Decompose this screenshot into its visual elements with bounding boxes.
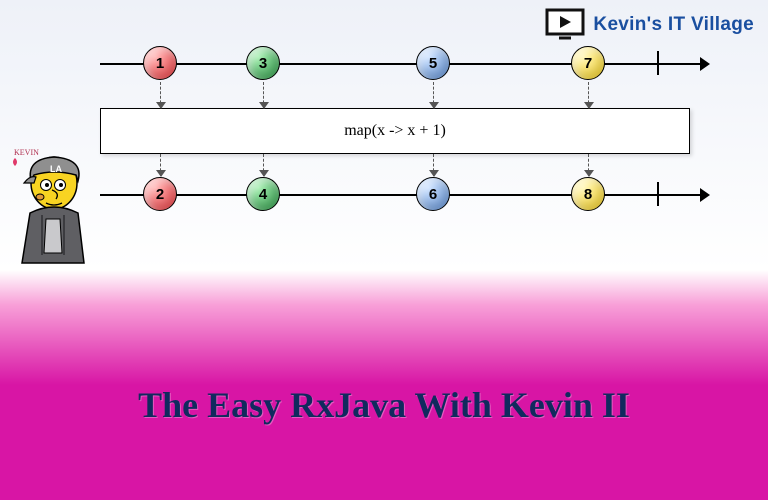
brand-name: Kevin's IT Village [593, 14, 754, 36]
input-marble: 7 [571, 46, 605, 80]
page-title: The Easy RxJava With Kevin II [138, 384, 630, 426]
svg-text:KEVIN: KEVIN [14, 148, 39, 157]
input-timeline: 1 3 5 7 [100, 38, 720, 88]
output-marble: 2 [143, 177, 177, 211]
marble-value: 3 [259, 55, 267, 72]
diagram-area: Kevin's IT Village LA KEVIN 1 3 5 7 [0, 0, 768, 270]
arrowhead-icon [700, 57, 710, 71]
svg-text:LA: LA [50, 164, 62, 174]
operator-box: map(x -> x + 1) [100, 108, 690, 154]
complete-bar-icon [657, 182, 659, 206]
arrowhead-icon [700, 188, 710, 202]
marble-diagram: 1 3 5 7 map(x -> x + 1) 2 4 6 8 [100, 38, 720, 219]
kevin-avatar: LA KEVIN [6, 135, 98, 265]
output-marble: 6 [416, 177, 450, 211]
operator-label: map(x -> x + 1) [344, 122, 446, 140]
output-timeline: 2 4 6 8 [100, 169, 720, 219]
input-marble: 3 [246, 46, 280, 80]
flow-arrow-icon [433, 154, 434, 176]
flow-arrow-icon [588, 154, 589, 176]
output-marble: 4 [246, 177, 280, 211]
complete-bar-icon [657, 51, 659, 75]
timeline-axis [100, 63, 700, 65]
brand-logo-block: Kevin's IT Village [545, 8, 754, 42]
flow-arrow-icon [263, 154, 264, 176]
marble-value: 5 [429, 55, 437, 72]
marble-value: 7 [584, 55, 592, 72]
flow-arrow-icon [588, 82, 589, 108]
flow-arrow-icon [160, 154, 161, 176]
title-banner: The Easy RxJava With Kevin II [0, 270, 768, 500]
flow-arrow-icon [263, 82, 264, 108]
flow-arrow-icon [433, 82, 434, 108]
marble-value: 8 [584, 186, 592, 203]
marble-value: 1 [156, 55, 164, 72]
marble-value: 4 [259, 186, 267, 203]
marble-value: 2 [156, 186, 164, 203]
input-marble: 5 [416, 46, 450, 80]
output-marble: 8 [571, 177, 605, 211]
marble-value: 6 [429, 186, 437, 203]
timeline-axis [100, 194, 700, 196]
input-marble: 1 [143, 46, 177, 80]
flow-arrow-icon [160, 82, 161, 108]
play-monitor-icon [545, 8, 585, 42]
